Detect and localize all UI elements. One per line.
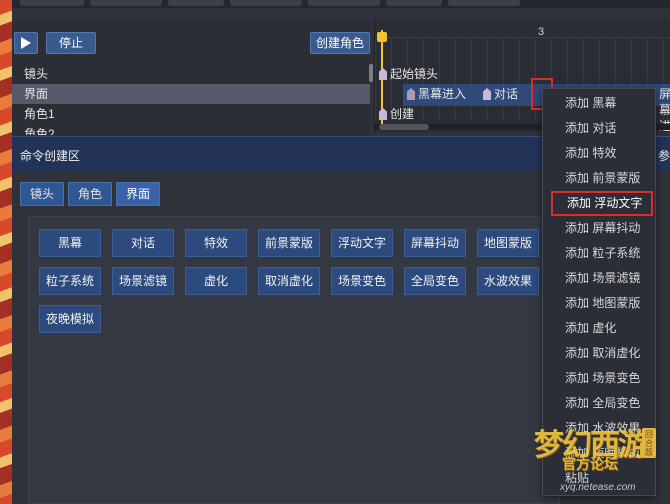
- ctx-item-add-floating-text[interactable]: 添加 浮动文字: [551, 191, 653, 216]
- tab-camera[interactable]: 镜头: [20, 182, 65, 206]
- top-tab[interactable]: [90, 0, 162, 6]
- ctx-item-add-blur[interactable]: 添加 虚化: [543, 316, 655, 341]
- cmd-button-blur[interactable]: 虚化: [185, 267, 247, 295]
- cmd-button-global-color[interactable]: 全局变色: [404, 267, 466, 295]
- ctx-item-add-global-color[interactable]: 添加 全局变色: [543, 391, 655, 416]
- track-panel: 停止 创建角色 镜头 界面 角色1 角色2: [12, 20, 370, 135]
- event-marker-icon: [407, 88, 415, 100]
- cmd-button-screen-shake[interactable]: 屏幕抖动: [404, 229, 466, 257]
- cmd-button-scene-filter[interactable]: 场景滤镜: [112, 267, 174, 295]
- track-item-role1[interactable]: 角色1: [12, 104, 370, 124]
- create-role-button[interactable]: 创建角色: [310, 32, 370, 54]
- cmd-button-dialogue[interactable]: 对话: [112, 229, 174, 257]
- decorative-side-art: [0, 0, 12, 504]
- watermark-logo: 梦幻西游 官方论坛 回合版 xyq.netease.com: [520, 418, 668, 502]
- cmd-button-foreground-mask[interactable]: 前景蒙版: [258, 229, 320, 257]
- event-black-screen-enter[interactable]: 黑幕进入: [407, 86, 466, 102]
- track-item-role2[interactable]: 角色2: [12, 124, 370, 135]
- event-label: 创建: [390, 107, 415, 121]
- event-label: 对话: [494, 87, 519, 101]
- top-tab[interactable]: [448, 0, 520, 6]
- event-marker-icon: [379, 108, 387, 120]
- cmd-button-night-sim[interactable]: 夜晚模拟: [39, 305, 101, 333]
- event-marker-icon: [483, 88, 491, 100]
- event-marker-icon: [379, 68, 387, 80]
- top-tab[interactable]: [386, 0, 442, 6]
- playhead-handle-icon[interactable]: [377, 32, 387, 42]
- track-list: 镜头 界面 角色1 角色2: [12, 64, 370, 135]
- cmd-button-effect[interactable]: 特效: [185, 229, 247, 257]
- watermark-subtitle: 官方论坛: [562, 456, 618, 472]
- ctx-item-add-particle-system[interactable]: 添加 粒子系统: [543, 241, 655, 266]
- top-tab[interactable]: [20, 0, 84, 6]
- command-area-title: 命令创建区: [20, 149, 81, 163]
- play-icon: [21, 37, 31, 49]
- timeline-scrollbar-thumb[interactable]: [379, 124, 429, 130]
- ctx-item-add-cancel-blur[interactable]: 添加 取消虚化: [543, 341, 655, 366]
- top-tab[interactable]: [230, 0, 302, 6]
- command-tabs: 镜头 角色 界面: [20, 182, 161, 206]
- cmd-button-scene-color[interactable]: 场景变色: [331, 267, 393, 295]
- cmd-button-water-ripple[interactable]: 水波效果: [477, 267, 539, 295]
- tab-ui[interactable]: 界面: [116, 182, 161, 206]
- ctx-item-add-map-mask[interactable]: 添加 地图蒙版: [543, 291, 655, 316]
- command-button-panel: 黑幕 对话 特效 前景蒙版 浮动文字 屏幕抖动 地图蒙版 粒子系统 场景滤镜 虚…: [28, 216, 560, 504]
- top-tab[interactable]: [168, 0, 224, 6]
- top-tab[interactable]: [308, 0, 380, 6]
- ctx-item-add-black-screen[interactable]: 添加 黑幕: [543, 91, 655, 116]
- ruler-number: 3: [538, 26, 545, 38]
- ctx-item-add-screen-shake[interactable]: 添加 屏幕抖动: [543, 216, 655, 241]
- ctx-item-add-dialogue[interactable]: 添加 对话: [543, 116, 655, 141]
- event-label: 起始镜头: [390, 67, 439, 81]
- ctx-item-add-scene-color[interactable]: 添加 场景变色: [543, 366, 655, 391]
- cmd-button-black-screen[interactable]: 黑幕: [39, 229, 101, 257]
- command-area-right-label: 参: [658, 149, 670, 163]
- stop-button[interactable]: 停止: [46, 32, 96, 54]
- timeline-ruler: 3: [375, 20, 670, 38]
- event-create[interactable]: 创建: [379, 106, 414, 122]
- track-item-camera[interactable]: 镜头: [12, 64, 370, 84]
- watermark-badge: 回合版: [642, 428, 656, 458]
- cmd-button-cancel-blur[interactable]: 取消虚化: [258, 267, 320, 295]
- event-dialogue[interactable]: 对话: [483, 86, 518, 102]
- cmd-button-floating-text[interactable]: 浮动文字: [331, 229, 393, 257]
- ctx-item-add-effect[interactable]: 添加 特效: [543, 141, 655, 166]
- cmd-button-particle-system[interactable]: 粒子系统: [39, 267, 101, 295]
- ctx-item-add-scene-filter[interactable]: 添加 场景滤镜: [543, 266, 655, 291]
- event-start-camera[interactable]: 起始镜头: [379, 66, 438, 82]
- event-label: 黑幕进入: [418, 87, 467, 101]
- watermark-url: xyq.netease.com: [560, 482, 636, 493]
- tab-role[interactable]: 角色: [68, 182, 113, 206]
- ctx-item-add-foreground-mask[interactable]: 添加 前景蒙版: [543, 166, 655, 191]
- track-item-ui[interactable]: 界面: [12, 84, 370, 104]
- panel-splitter-handle[interactable]: [369, 64, 373, 82]
- play-button[interactable]: [14, 32, 38, 54]
- top-toolbar-strip: [12, 0, 670, 8]
- cmd-button-map-mask[interactable]: 地图蒙版: [477, 229, 539, 257]
